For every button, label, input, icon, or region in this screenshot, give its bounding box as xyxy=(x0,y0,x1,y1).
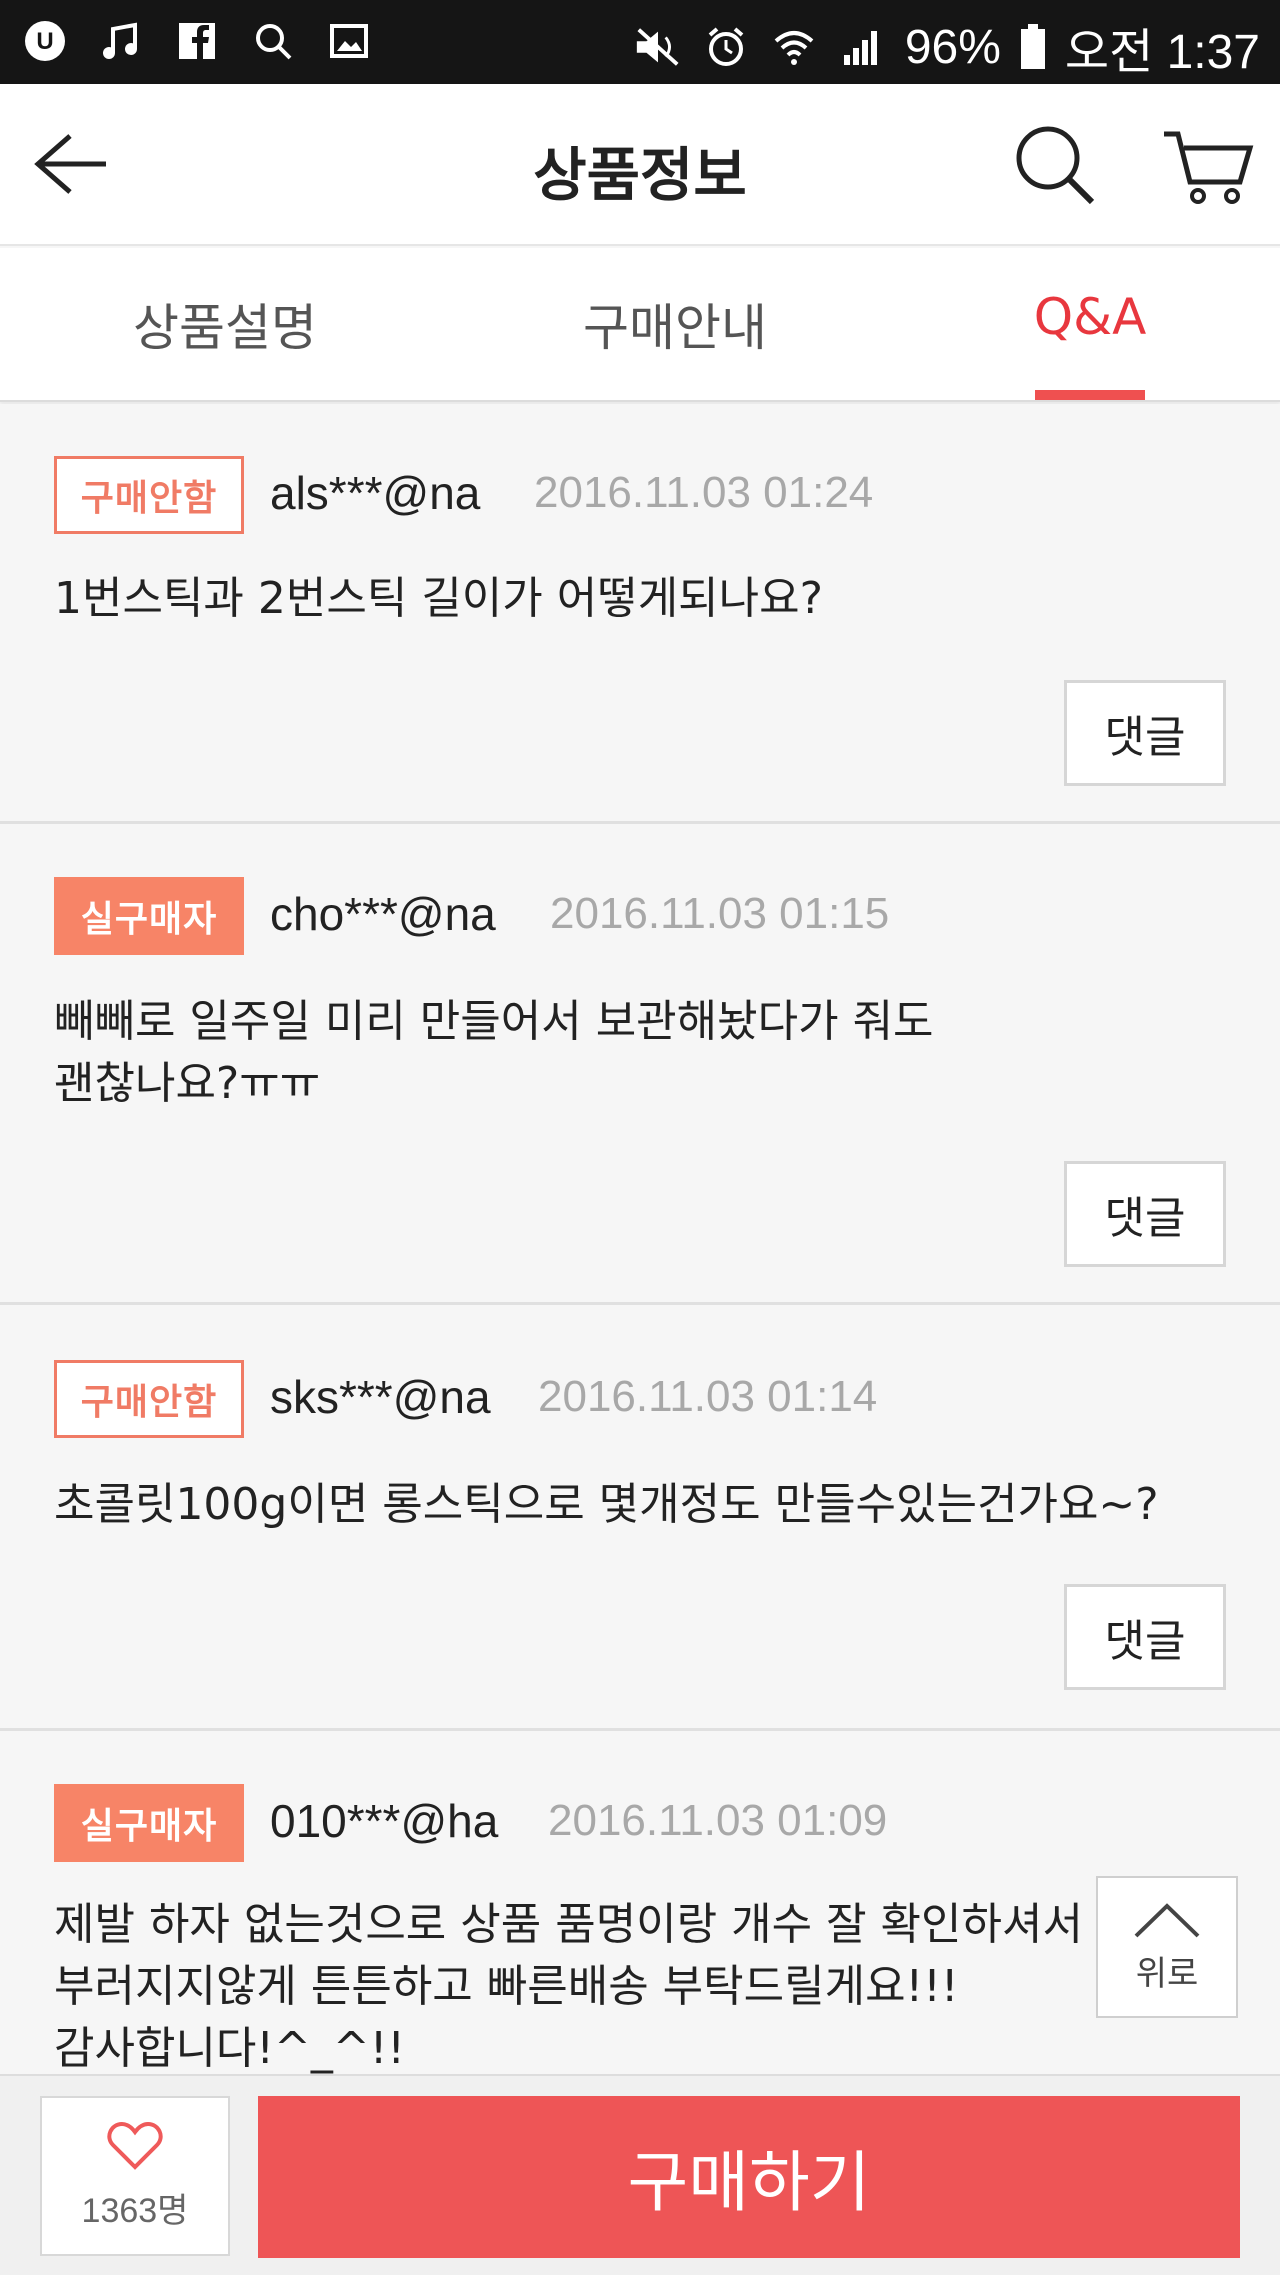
reply-button[interactable]: 댓글 xyxy=(1064,1584,1226,1690)
svg-text:U: U xyxy=(36,28,53,55)
qa-question-line: 감사합니다!^_^!! xyxy=(54,2023,406,2074)
qa-question-line: 괜찮나요?ㅠㅠ xyxy=(54,1058,321,1109)
tab-product-description[interactable]: 상품설명 xyxy=(60,288,390,360)
battery-icon xyxy=(1019,22,1047,72)
like-button[interactable]: 1363명 xyxy=(40,2096,230,2256)
qa-question-line: 부러지지않게 튼튼하고 빠른배송 부탁드릴게요!!! xyxy=(54,1961,959,2012)
qa-question: 빼빼로 일주일 미리 만들어서 보관해놨다가 줘도 괜찮나요?ㅠㅠ xyxy=(54,991,1094,1115)
active-tab-indicator xyxy=(1035,390,1145,400)
qa-question-line: 빼빼로 일주일 미리 만들어서 보관해놨다가 줘도 xyxy=(54,996,934,1047)
qa-question-line: 1번스틱과 2번스틱 길이가 어떻게되나요? xyxy=(54,573,823,624)
qa-date: 2016.11.03 01:14 xyxy=(538,1372,878,1421)
tab-bar: 상품설명 구매안내 Q&A xyxy=(0,248,1280,402)
qa-item: 구매안함 sks***@na 2016.11.03 01:14 초콜릿100g이… xyxy=(0,1308,1280,1731)
reply-button[interactable]: 댓글 xyxy=(1064,1161,1226,1267)
qa-username: 010***@ha xyxy=(270,1795,499,1847)
facebook-icon xyxy=(172,16,222,66)
qa-question: 1번스틱과 2번스틱 길이가 어떻게되나요? xyxy=(54,568,1094,630)
chevron-up-icon xyxy=(1132,1900,1202,1944)
qa-item: 구매안함 als***@na 2016.11.03 01:24 1번스틱과 2번… xyxy=(0,404,1280,824)
status-badge: 실구매자 xyxy=(54,1784,244,1862)
qa-question-line: 제발 하자 없는것으로 상품 품명이랑 개수 잘 확인하셔서 xyxy=(54,1899,1083,1950)
search-icon xyxy=(1010,126,1100,214)
qa-item: 실구매자 010***@ha 2016.11.03 01:09 제발 하자 없는… xyxy=(0,1734,1280,2074)
qa-question: 제발 하자 없는것으로 상품 품명이랑 개수 잘 확인하셔서 부러지지않게 튼튼… xyxy=(54,1894,1094,2080)
app-header: 상품정보 xyxy=(0,84,1280,246)
scroll-top-label: 위로 xyxy=(1135,1953,1199,1994)
qa-question-line: 초콜릿100g이면 롱스틱으로 몇개정도 만들수있는건가요~? xyxy=(54,1479,1159,1530)
qa-question: 초콜릿100g이면 롱스틱으로 몇개정도 만들수있는건가요~? xyxy=(54,1474,1234,1536)
qa-username: als***@na xyxy=(270,467,481,519)
status-badge: 실구매자 xyxy=(54,877,244,955)
reply-button[interactable]: 댓글 xyxy=(1064,680,1226,786)
like-count: 1363명 xyxy=(81,2191,189,2230)
cart-button[interactable] xyxy=(1160,120,1256,210)
status-badge: 구매안함 xyxy=(54,456,244,534)
mute-icon xyxy=(633,22,683,72)
bottom-action-bar: 1363명 구매하기 xyxy=(0,2074,1280,2275)
status-time: 오전 1:37 xyxy=(1064,26,1260,79)
signal-icon xyxy=(837,22,887,72)
scroll-top-button[interactable]: 위로 xyxy=(1096,1876,1238,2018)
image-icon xyxy=(324,16,374,66)
music-icon xyxy=(96,16,146,66)
search-icon xyxy=(248,16,298,66)
cart-icon xyxy=(1160,131,1256,214)
qa-username: cho***@na xyxy=(270,888,496,940)
qa-username: sks***@na xyxy=(270,1371,491,1423)
alarm-icon xyxy=(701,22,751,72)
battery-percentage: 96% xyxy=(904,20,1001,74)
search-button[interactable] xyxy=(1010,120,1100,210)
qa-date: 2016.11.03 01:09 xyxy=(548,1796,888,1845)
tab-purchase-guide[interactable]: 구매안내 xyxy=(520,288,830,360)
heart-icon xyxy=(107,2121,163,2175)
status-badge: 구매안함 xyxy=(54,1360,244,1438)
qa-date: 2016.11.03 01:15 xyxy=(550,889,890,938)
qa-date: 2016.11.03 01:24 xyxy=(534,468,874,517)
u-plus-icon: U xyxy=(20,16,70,66)
status-bar: U 96% 오전 1:37 xyxy=(0,0,1280,84)
buy-button[interactable]: 구매하기 xyxy=(258,2096,1240,2258)
qa-item: 실구매자 cho***@na 2016.11.03 01:15 빼빼로 일주일 … xyxy=(0,827,1280,1305)
tab-qna[interactable]: Q&A xyxy=(1000,288,1180,346)
wifi-icon xyxy=(769,22,819,72)
